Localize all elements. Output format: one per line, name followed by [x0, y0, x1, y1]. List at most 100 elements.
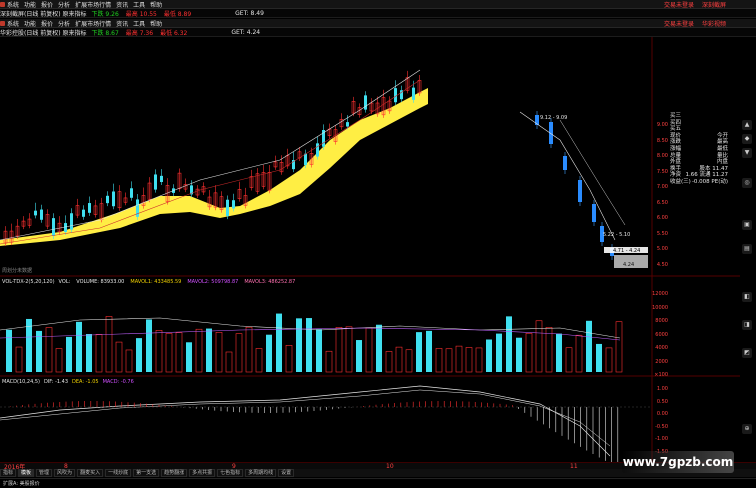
menu-help[interactable]: 帮助: [150, 0, 162, 9]
info2-tag-low: 最低 6.32: [160, 29, 188, 37]
volume-bar-down: [506, 316, 512, 372]
candle-body-right: [563, 156, 567, 170]
indicator-tab[interactable]: 七色指标: [217, 469, 244, 477]
indicator-tab[interactable]: 模板: [18, 469, 35, 477]
quote-row: 买三: [670, 113, 728, 120]
side-button-10[interactable]: ⊕: [742, 424, 752, 434]
menu-tools[interactable]: 工具: [133, 0, 145, 9]
low-annotation-1: 5.22 - 5.10: [603, 232, 631, 238]
app-icon-2: [0, 20, 5, 26]
side-button-9[interactable]: ◩: [742, 348, 752, 358]
volume-bar-up: [565, 347, 573, 373]
menu2-extended-market[interactable]: 扩展市场行情: [75, 19, 111, 28]
stock-info-bar-2: 华彩控股(日线 前复权) 原来指标 下跌 8.67 最高 7.36 最低 6.3…: [0, 28, 756, 37]
volume-bar-up: [615, 321, 623, 373]
menu2-news[interactable]: 资讯: [116, 19, 128, 28]
candle-body-down: [70, 213, 73, 230]
trade-login-link[interactable]: 交易未登录: [664, 0, 694, 9]
menu2-quote[interactable]: 报价: [41, 19, 53, 28]
volume-bar-down: [306, 318, 312, 372]
trend-line-right: [519, 111, 616, 241]
indicator-tab[interactable]: 设置: [278, 469, 295, 477]
volume-tick: 12000: [652, 291, 668, 297]
status-left: 扩展A: 美股报价: [3, 481, 40, 487]
candle-body-down: [154, 174, 157, 190]
stock-title-2: 华彩控股(日线 前复权) 原来指标: [0, 29, 87, 37]
price-tick: 7.00: [656, 184, 668, 190]
trade-login-link-2[interactable]: 交易未登录: [664, 19, 694, 28]
info2-tag-down: 下跌 8.67: [91, 29, 119, 37]
indicator-tab[interactable]: 管理: [36, 469, 53, 477]
volume-bar-down: [296, 318, 302, 372]
info-tag-low: 最低 8.89: [163, 10, 192, 18]
info-tag-high: 最高 10.55: [125, 10, 157, 18]
volume-bar-up: [465, 347, 473, 373]
menu-right-links: 交易未登录 深刻截屏: [656, 0, 726, 9]
menu2-function[interactable]: 功能: [24, 19, 36, 28]
menu-extended-market[interactable]: 扩展市场行情: [75, 0, 111, 9]
volume-bar-up: [125, 349, 133, 373]
quote-label: 净资: [670, 172, 682, 179]
menu-function[interactable]: 功能: [24, 0, 36, 9]
menu-news[interactable]: 资讯: [116, 0, 128, 9]
menu-quote[interactable]: 报价: [41, 0, 53, 9]
menu2-system[interactable]: 系统: [0, 19, 19, 27]
indicator-tab[interactable]: 指标: [0, 469, 17, 477]
volume-bar-up: [15, 346, 23, 373]
menu2-right-links: 交易未登录 华彩视频: [656, 19, 726, 28]
candle-body-down: [226, 199, 229, 217]
side-button-4[interactable]: ◎: [742, 178, 752, 188]
candle-body-down: [88, 203, 91, 213]
indicator-tab[interactable]: 翻麦买入: [77, 469, 104, 477]
side-button-7[interactable]: ◧: [742, 292, 752, 302]
indicator-tab[interactable]: 多周期均线: [245, 469, 277, 477]
info-get: GET: 8.49: [235, 9, 264, 17]
candle-body-down: [364, 95, 367, 110]
candle-body-down: [106, 195, 109, 204]
volume-bar-up: [605, 347, 613, 373]
quote-label: 涨幅: [670, 145, 682, 152]
volume-header: VOL-TDX-2(5,20,120) VOL: VOLUME: 83933.0…: [0, 278, 756, 285]
side-button-3[interactable]: ▼: [742, 148, 752, 158]
volume-tick: 4000: [655, 345, 668, 351]
side-button-2[interactable]: ◆: [742, 134, 752, 144]
volume-bar-up: [435, 348, 443, 373]
macd-header: MACD(10,24,5) DIF: -1.43 DEA: -1.05 MACD…: [0, 378, 756, 385]
menu2-analysis[interactable]: 分析: [58, 19, 70, 28]
video-link[interactable]: 华彩视频: [702, 19, 726, 28]
trend-band-area: [0, 88, 428, 246]
macd-tick: -1.00: [655, 436, 668, 442]
info-tag-down: 下跌 9.26: [91, 10, 119, 18]
indicator-tab[interactable]: 一线炒底: [105, 469, 132, 477]
side-button-8[interactable]: ◨: [742, 320, 752, 330]
menu2-tools[interactable]: 工具: [133, 19, 145, 28]
volume-bar-down: [66, 336, 72, 372]
volume-bar-down: [36, 330, 42, 372]
quote-panel: 买三 买四 买五 现价 今开 涨跌 最高 涨幅 最低 总量 量比 外盘 内盘 换手 股本 11.47 净资 1.…: [670, 113, 728, 186]
side-button-6[interactable]: ▤: [742, 244, 752, 254]
macd-dif-line: [0, 385, 611, 457]
menu2-help[interactable]: 帮助: [150, 19, 162, 28]
price-tick: 6.50: [656, 199, 668, 206]
indicator-tab[interactable]: 风吹为: [54, 469, 76, 477]
price-tick: 7.50: [656, 168, 668, 175]
menu-analysis[interactable]: 分析: [58, 0, 70, 9]
menu-system[interactable]: 系统: [0, 0, 19, 8]
side-button-1[interactable]: ▲: [742, 120, 752, 130]
price-tick: 8.50: [656, 137, 668, 144]
screenshot-link[interactable]: 深刻截屏: [702, 0, 726, 9]
indicator-tab[interactable]: 多点共振: [189, 469, 216, 477]
candle-body-down: [232, 200, 235, 209]
volume-bar-down: [376, 324, 382, 372]
price-tick: 5.00: [656, 246, 668, 252]
price-tick: 4.50: [656, 261, 668, 268]
indicator-tab[interactable]: 趋势翻涨: [161, 469, 188, 477]
volume-bar-down: [76, 321, 82, 372]
side-button-5[interactable]: ▣: [742, 220, 752, 230]
indicator-tab[interactable]: 第一支选: [133, 469, 160, 477]
volume-bar-up: [575, 334, 583, 373]
volume-bar-down: [266, 334, 272, 372]
candle-body-right: [592, 204, 596, 222]
info2-tag-high: 最高 7.36: [125, 29, 154, 37]
candle-body-right: [578, 180, 582, 202]
